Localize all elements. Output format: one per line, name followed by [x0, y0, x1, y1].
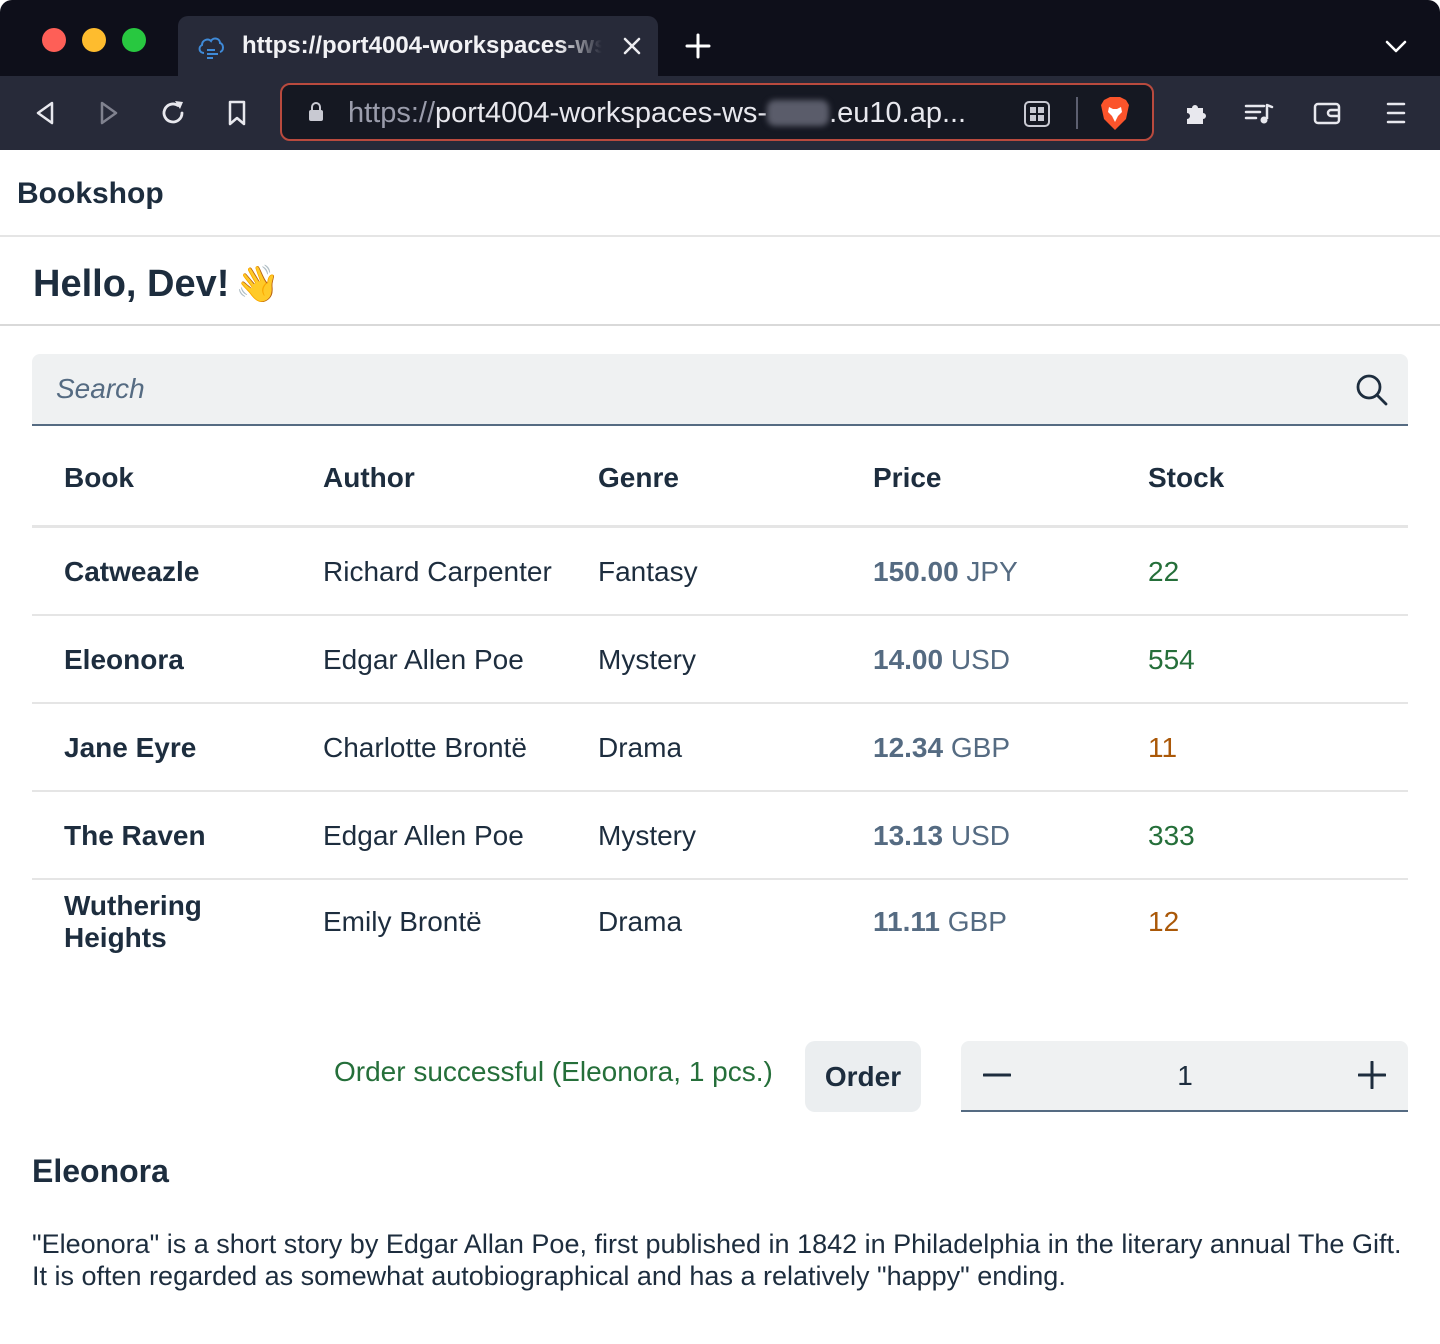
book-author: Emily Brontë	[323, 906, 482, 937]
price-currency: GBP	[947, 906, 1007, 937]
chevron-down-icon[interactable]	[1382, 34, 1410, 58]
price-value: 11.11	[873, 906, 940, 937]
close-window-button[interactable]	[42, 28, 66, 52]
url-text: https://port4004-workspaces-ws- .eu10.ap.…	[348, 97, 966, 129]
app-title[interactable]: Bookshop	[17, 176, 164, 212]
page-header: Hello, Dev! 👋	[0, 239, 1440, 326]
book-title: Catweazle	[64, 556, 200, 587]
browser-toolbar: https://port4004-workspaces-ws- .eu10.ap.…	[0, 76, 1440, 150]
price-value: 13.13	[873, 820, 944, 851]
forward-icon[interactable]	[94, 98, 124, 128]
book-author: Edgar Allen Poe	[323, 820, 524, 851]
browser-tab-bar: https://port4004-workspaces-ws-	[0, 0, 1440, 76]
book-price: 11.11 GBP	[873, 906, 1007, 938]
url-host-start: port4004-workspaces-ws-	[435, 97, 768, 129]
book-genre: Fantasy	[598, 556, 698, 587]
book-title: Eleonora	[64, 644, 184, 675]
column-header-price[interactable]: Price	[873, 462, 942, 494]
waving-hand-icon: 👋	[235, 263, 281, 304]
column-header-genre[interactable]: Genre	[598, 462, 679, 494]
table-header-row: Book Author Genre Price Stock	[32, 426, 1408, 528]
book-stock: 333	[1148, 820, 1195, 851]
extensions-puzzle-icon[interactable]	[1181, 98, 1211, 128]
redacted-url-segment	[767, 100, 830, 126]
playlist-icon[interactable]	[1244, 98, 1274, 128]
price-currency: USD	[950, 644, 1010, 675]
book-title: Wuthering Heights	[64, 890, 202, 953]
plus-icon	[1358, 1061, 1386, 1089]
table-row[interactable]: The Raven Edgar Allen Poe Mystery 13.13 …	[32, 792, 1408, 880]
address-bar-divider	[1076, 97, 1078, 129]
main-page: Hello, Dev!👋 Book Author Genre Price Sto…	[0, 239, 1440, 1344]
column-header-author[interactable]: Author	[323, 462, 415, 494]
tab-title: https://port4004-workspaces-ws-	[242, 32, 602, 59]
book-author: Charlotte Brontë	[323, 732, 527, 763]
book-price: 13.13 USD	[873, 820, 1010, 852]
back-icon[interactable]	[30, 98, 60, 128]
book-price: 14.00 USD	[873, 644, 1010, 676]
cloud-favicon-icon	[198, 37, 224, 59]
book-detail-title: Eleonora	[32, 1153, 169, 1189]
qr-code-icon[interactable]	[1022, 99, 1052, 129]
hamburger-menu-icon[interactable]	[1382, 98, 1412, 128]
book-stock: 11	[1148, 732, 1178, 763]
order-button[interactable]: Order	[805, 1041, 921, 1112]
greeting-text: Hello, Dev!	[33, 263, 230, 305]
minimize-window-button[interactable]	[82, 28, 106, 52]
book-detail-description: "Eleonora" is a short story by Edgar All…	[32, 1229, 1402, 1291]
column-header-stock[interactable]: Stock	[1148, 462, 1224, 494]
price-currency: JPY	[966, 556, 1018, 587]
table-row[interactable]: Jane Eyre Charlotte Brontë Drama 12.34 G…	[32, 704, 1408, 792]
books-table: Book Author Genre Price Stock Catweazle …	[32, 426, 1408, 966]
book-price: 150.00 JPY	[873, 556, 1018, 588]
price-value: 150.00	[873, 556, 959, 587]
lock-icon	[309, 102, 323, 121]
zoom-window-button[interactable]	[122, 28, 146, 52]
book-title: Jane Eyre	[64, 732, 197, 763]
book-genre: Mystery	[598, 820, 696, 851]
price-currency: USD	[950, 820, 1010, 851]
book-stock: 554	[1148, 644, 1195, 675]
minus-icon	[983, 1073, 1011, 1077]
address-bar[interactable]: https://port4004-workspaces-ws- .eu10.ap.…	[280, 83, 1154, 141]
close-tab-icon[interactable]	[620, 34, 644, 58]
order-status-message: Order successful (Eleonora, 1 pcs.)	[334, 1056, 773, 1087]
browser-window: https://port4004-workspaces-ws- https://…	[0, 0, 1440, 1344]
browser-tab-active[interactable]: https://port4004-workspaces-ws-	[178, 16, 658, 76]
bookmark-icon[interactable]	[222, 98, 252, 128]
brave-shields-icon[interactable]	[1098, 95, 1132, 133]
decrement-button[interactable]	[961, 1041, 1033, 1110]
page-title: Hello, Dev! 👋	[33, 261, 280, 307]
quantity-input[interactable]	[1041, 1041, 1329, 1110]
column-header-book[interactable]: Book	[64, 462, 134, 494]
book-author: Edgar Allen Poe	[323, 644, 524, 675]
new-tab-icon[interactable]	[684, 32, 712, 60]
increment-button[interactable]	[1336, 1041, 1408, 1110]
search-field[interactable]	[32, 354, 1408, 426]
table-row[interactable]: Catweazle Richard Carpenter Fantasy 150.…	[32, 528, 1408, 616]
quantity-stepper[interactable]	[961, 1041, 1408, 1112]
book-genre: Drama	[598, 906, 683, 937]
reload-icon[interactable]	[158, 98, 188, 128]
book-genre: Mystery	[598, 644, 696, 675]
url-scheme: https://	[348, 97, 436, 129]
wallet-icon[interactable]	[1312, 98, 1342, 128]
book-stock: 12	[1148, 906, 1180, 937]
search-input[interactable]	[56, 354, 1336, 424]
table-row[interactable]: Eleonora Edgar Allen Poe Mystery 14.00 U…	[32, 616, 1408, 704]
price-value: 12.34	[873, 732, 944, 763]
url-host-end: .eu10.ap...	[829, 97, 967, 129]
table-row[interactable]: Wuthering Heights Emily Brontë Drama 11.…	[32, 880, 1408, 966]
price-currency: GBP	[950, 732, 1010, 763]
book-author: Richard Carpenter	[323, 556, 552, 587]
book-title: The Raven	[64, 820, 206, 851]
price-value: 14.00	[873, 644, 944, 675]
search-icon[interactable]	[1354, 372, 1390, 408]
shell-bar: Bookshop	[0, 150, 1440, 237]
book-genre: Drama	[598, 732, 683, 763]
book-stock: 22	[1148, 556, 1180, 587]
book-price: 12.34 GBP	[873, 732, 1010, 764]
